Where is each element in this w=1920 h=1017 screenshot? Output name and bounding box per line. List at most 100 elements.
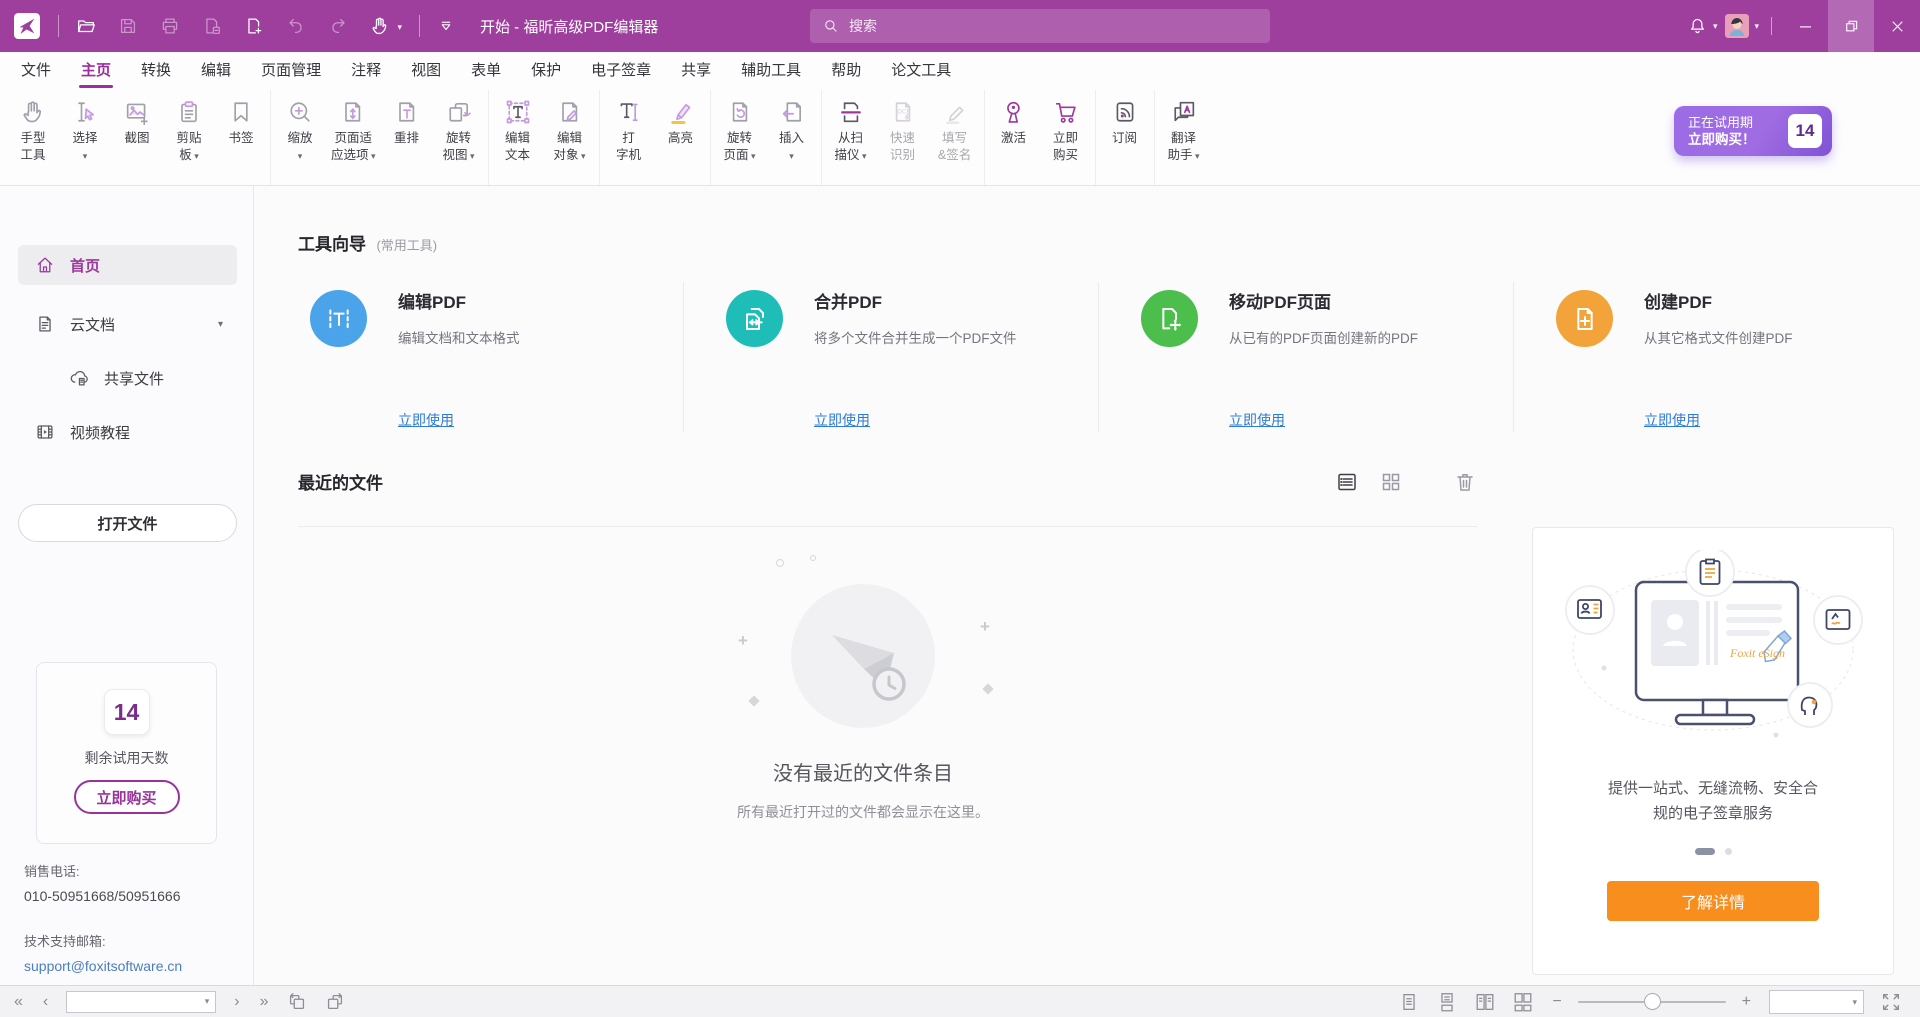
menu-item-4[interactable]: 页面管理 bbox=[246, 52, 336, 90]
scanner-icon bbox=[837, 98, 865, 126]
activate-label: 激活 bbox=[1001, 130, 1026, 147]
use-now-link[interactable]: 立即使用 bbox=[1229, 410, 1285, 430]
list-view-icon[interactable] bbox=[1335, 470, 1359, 494]
reflow-button[interactable]: 重排 bbox=[381, 90, 433, 147]
open-folder-button[interactable] bbox=[75, 15, 97, 37]
sales-phone-number: 010-50951668/50951666 bbox=[24, 886, 182, 906]
recent-files-empty-state: + + 没有最近的文件条目 所有最近打开过的文件都会显示在这里。 bbox=[598, 581, 1128, 822]
clear-recent-trash-icon[interactable] bbox=[1453, 470, 1477, 494]
prev-page-icon[interactable]: ‹ bbox=[43, 993, 48, 1011]
fullscreen-icon[interactable] bbox=[1880, 991, 1902, 1013]
clipboard-button[interactable]: 剪贴板 ▾ bbox=[163, 90, 215, 165]
buy-now-button[interactable]: 立即购买 bbox=[1040, 90, 1092, 164]
search-input[interactable] bbox=[849, 18, 1258, 34]
continuous-view-icon[interactable] bbox=[1436, 991, 1458, 1013]
menu-item-7[interactable]: 表单 bbox=[456, 52, 516, 90]
menu-item-9[interactable]: 电子签章 bbox=[576, 52, 666, 90]
rotate-view-button[interactable]: 旋转视图 ▾ bbox=[433, 90, 485, 165]
account-caret-down-icon[interactable]: ▾ bbox=[1754, 21, 1759, 32]
sidebar-item-video-tutorials[interactable]: 视频教程 bbox=[18, 412, 237, 452]
zoom-level-combobox[interactable]: ▾ bbox=[1769, 990, 1864, 1014]
carousel-dot-active[interactable] bbox=[1695, 848, 1715, 855]
new-document-button[interactable] bbox=[243, 15, 265, 37]
highlight-label: 高亮 bbox=[668, 130, 693, 147]
grid-view-icon[interactable] bbox=[1379, 470, 1403, 494]
rotate-right-icon[interactable] bbox=[324, 991, 346, 1013]
menu-item-13[interactable]: 论文工具 bbox=[876, 52, 966, 90]
facing-continuous-view-icon[interactable] bbox=[1512, 991, 1534, 1013]
search-box[interactable] bbox=[810, 9, 1270, 43]
trial-badge[interactable]: 正在试用期 立即购买！ 14 bbox=[1674, 106, 1832, 156]
menu-item-12[interactable]: 帮助 bbox=[816, 52, 876, 90]
create-pdf-icon bbox=[1556, 290, 1613, 347]
carousel-dots[interactable] bbox=[1533, 848, 1893, 855]
edit-text-button[interactable]: 编辑文本 bbox=[492, 90, 544, 164]
hand-tool-button[interactable]: ▾ bbox=[369, 15, 391, 37]
buy-now-button[interactable]: 立即购买 bbox=[74, 780, 180, 814]
trial-caption: 剩余试用天数 bbox=[37, 748, 216, 768]
support-email-link[interactable]: support@foxitsoftware.cn bbox=[24, 956, 182, 976]
typewriter-button[interactable]: 打字机 bbox=[603, 90, 655, 164]
activate-button[interactable]: 激活 bbox=[988, 90, 1040, 147]
caret-down-icon: ▾ bbox=[397, 22, 402, 33]
last-page-icon[interactable]: » bbox=[260, 993, 269, 1011]
hand-tool-button[interactable]: 手型工具 bbox=[7, 90, 59, 164]
menu-item-2[interactable]: 转换 bbox=[126, 52, 186, 90]
first-page-icon[interactable]: « bbox=[14, 993, 23, 1011]
menu-item-10[interactable]: 共享 bbox=[666, 52, 726, 90]
rotate-pages-button[interactable]: 旋转页面 ▾ bbox=[714, 90, 766, 165]
notification-bell-icon[interactable] bbox=[1687, 16, 1708, 37]
carousel-dot[interactable] bbox=[1725, 848, 1732, 855]
highlight-button[interactable]: 高亮 bbox=[655, 90, 707, 147]
use-now-link[interactable]: 立即使用 bbox=[814, 410, 870, 430]
facing-view-icon[interactable] bbox=[1474, 991, 1496, 1013]
zoom-slider-handle[interactable] bbox=[1644, 993, 1661, 1010]
bookmark-button[interactable]: 书签 bbox=[215, 90, 267, 147]
user-avatar[interactable] bbox=[1725, 14, 1749, 38]
zoom-slider[interactable] bbox=[1578, 1001, 1726, 1003]
snapshot-button[interactable]: 截图 bbox=[111, 90, 163, 147]
menu-item-3[interactable]: 编辑 bbox=[186, 52, 246, 90]
sidebar-item-cloud-docs[interactable]: 云文档▾ bbox=[18, 304, 237, 344]
from-scanner-button[interactable]: 从扫描仪 ▾ bbox=[825, 90, 877, 165]
bell-caret-down-icon[interactable]: ▾ bbox=[1713, 21, 1718, 32]
learn-more-button[interactable]: 了解详情 bbox=[1607, 881, 1819, 921]
zoom-out-icon[interactable]: − bbox=[1552, 993, 1561, 1011]
page-fit-options-button[interactable]: 页面适应选项 ▾ bbox=[326, 90, 381, 165]
caret-down-icon[interactable]: ▾ bbox=[218, 319, 223, 330]
close-button[interactable] bbox=[1874, 0, 1920, 52]
zoom-button[interactable]: 缩放▾ bbox=[274, 90, 326, 165]
next-page-icon[interactable]: › bbox=[234, 993, 239, 1011]
translate-assistant-button[interactable]: 翻译助手 ▾ bbox=[1158, 90, 1210, 165]
quick-ocr-button: OCR快速识别 bbox=[877, 90, 929, 164]
zoom-label: 缩放▾ bbox=[287, 130, 312, 165]
menu-item-8[interactable]: 保护 bbox=[516, 52, 576, 90]
page-number-combobox[interactable]: ▾ bbox=[66, 991, 216, 1013]
trial-card: 14 剩余试用天数 立即购买 bbox=[36, 662, 217, 844]
sparkle: + bbox=[738, 631, 748, 651]
insert-pages-button[interactable]: 插入▾ bbox=[766, 90, 818, 165]
menu-item-11[interactable]: 辅助工具 bbox=[726, 52, 816, 90]
select-button[interactable]: 选择▾ bbox=[59, 90, 111, 165]
typewriter-icon bbox=[615, 98, 643, 126]
menu-item-6[interactable]: 视图 bbox=[396, 52, 456, 90]
use-now-link[interactable]: 立即使用 bbox=[398, 410, 454, 430]
rotate-left-icon[interactable] bbox=[286, 991, 308, 1013]
recent-files-toolbar bbox=[1315, 470, 1477, 494]
use-now-link[interactable]: 立即使用 bbox=[1644, 410, 1700, 430]
sidebar-item-home[interactable]: 首页 bbox=[18, 245, 237, 285]
minimize-button[interactable] bbox=[1782, 0, 1828, 52]
edit-object-button[interactable]: 编辑对象 ▾ bbox=[544, 90, 596, 165]
menu-item-1[interactable]: 主页 bbox=[66, 52, 126, 90]
open-file-button[interactable]: 打开文件 bbox=[18, 504, 237, 542]
zoom-in-icon[interactable]: + bbox=[1742, 993, 1751, 1011]
collapse-ribbon-icon[interactable] bbox=[436, 16, 456, 36]
menu-item-0[interactable]: 文件 bbox=[6, 52, 66, 90]
sidebar-item-shared-files[interactable]: 共享文件 bbox=[18, 358, 237, 398]
menu-item-5[interactable]: 注释 bbox=[336, 52, 396, 90]
tool-guide-header: 工具向导 (常用工具) bbox=[298, 230, 437, 255]
maximize-restore-button[interactable] bbox=[1828, 0, 1874, 52]
fill-sign-button: 填写&签名 bbox=[929, 90, 981, 164]
subscribe-button[interactable]: 订阅 bbox=[1099, 90, 1151, 147]
single-page-view-icon[interactable] bbox=[1398, 991, 1420, 1013]
